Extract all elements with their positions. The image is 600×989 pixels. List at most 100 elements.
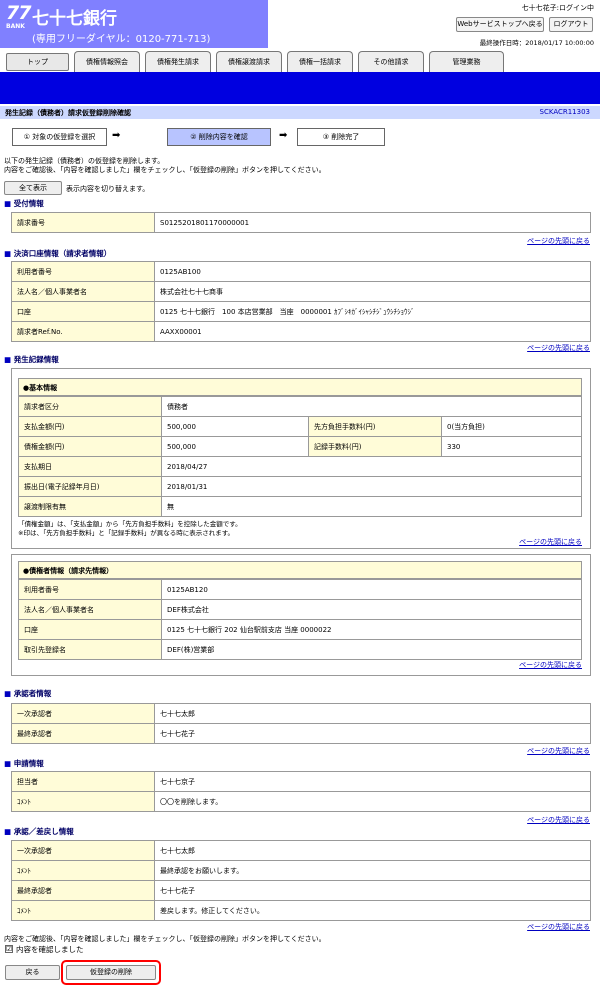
last-operation-time: 最終操作日時：2018/01/17 10:00:00 <box>479 39 594 47</box>
label-counterparty-fee: 先方負担手数料(円) <box>308 416 442 437</box>
table-row: 一次承認者 七十七太郎 <box>11 840 591 861</box>
page-top-link[interactable]: ページの先頭に戻る <box>527 343 590 353</box>
label-requester-category: 請求者区分 <box>18 396 162 417</box>
tab-other-request[interactable]: その他請求 <box>358 51 424 72</box>
table-row: 取引先登録名 DEF(株)営業部 <box>18 639 582 660</box>
label-comment: ｺﾒﾝﾄ <box>11 791 155 812</box>
label-company-name: 法人名／個人事業者名 <box>11 281 155 302</box>
table-row: 支払期日 2018/04/27 <box>18 456 582 477</box>
tab-management[interactable]: 管理業務 <box>429 51 504 72</box>
label-first-approver: 一次承認者 <box>11 703 155 724</box>
label-first-approver: 一次承認者 <box>11 840 155 861</box>
value-comment: 差戻します。修正してください。 <box>154 900 591 921</box>
label-partner-name: 取引先登録名 <box>18 639 162 660</box>
value-comment: 最終承認をお願いします。 <box>154 860 591 881</box>
page-top-link[interactable]: ページの先頭に戻る <box>527 922 590 932</box>
value-account: 0125 七十七銀行 100 本店営業部 当座 0000001 ｶﾌﾞｼｷｶﾞｲ… <box>154 301 591 322</box>
value-first-approver: 七十七太郎 <box>154 703 591 724</box>
label-creditor-name: 法人名／個人事業者名 <box>18 599 162 620</box>
nav-bar <box>0 72 600 104</box>
value-due-date: 2018/04/27 <box>161 456 582 477</box>
label-account: 口座 <box>11 301 155 322</box>
bank-logo: 77 BANK 七十七銀行 (専用フリーダイヤル：0120-771-713) <box>0 0 268 48</box>
label-final-approver: 最終承認者 <box>11 880 155 901</box>
back-button[interactable]: 戻る <box>5 965 60 980</box>
value-creditor-name: DEF株式会社 <box>161 599 582 620</box>
label-payment-amount: 支払金額(円) <box>18 416 162 437</box>
tab-claim-inquiry[interactable]: 債権情報照会 <box>74 51 140 72</box>
value-transfer-restriction: 無 <box>161 496 582 517</box>
application-table: 担当者 七十七京子 ｺﾒﾝﾄ 〇〇を削除します。 <box>11 771 591 812</box>
section-issuance: 発生記録情報 <box>4 354 59 365</box>
value-comment: 〇〇を削除します。 <box>154 791 591 812</box>
delete-temp-registration-button[interactable]: 仮登録の削除 <box>66 965 156 980</box>
table-row: 支払金額(円) 500,000 先方負担手数料(円) 0(当方負担) <box>18 416 582 437</box>
step-arrow-icon: ➡ <box>279 130 288 141</box>
step-complete: ③ 削除完了 <box>297 128 385 146</box>
value-final-approver: 七十七花子 <box>154 723 591 744</box>
note-fee-mark: ※印は、「先方負担手数料」と「記録手数料」が異なる時に表示されます。 <box>18 529 235 537</box>
value-request-number: S0125201801170000001 <box>154 212 591 233</box>
table-row: 請求者Ref.No. AAXX00001 <box>11 321 591 342</box>
table-row: 最終承認者 七十七花子 <box>11 880 591 901</box>
label-due-date: 支払期日 <box>18 456 162 477</box>
page-top-link[interactable]: ページの先頭に戻る <box>527 236 590 246</box>
label-creditor-account: 口座 <box>18 619 162 640</box>
table-row: ｺﾒﾝﾄ 〇〇を削除します。 <box>11 791 591 812</box>
table-row: 一次承認者 七十七太郎 <box>11 703 591 724</box>
label-issue-date: 振出日(電子記録年月日) <box>18 476 162 497</box>
tab-bulk-request[interactable]: 債権一括請求 <box>287 51 353 72</box>
label-final-approver: 最終承認者 <box>11 723 155 744</box>
label-person-in-charge: 担当者 <box>11 771 155 792</box>
creditor-header: ●債権者情報（請求先情報） <box>18 561 582 579</box>
tab-top[interactable]: トップ <box>6 53 69 71</box>
table-row: ｺﾒﾝﾄ 差戻します。修正してください。 <box>11 900 591 921</box>
label-request-number: 請求番号 <box>11 212 155 233</box>
tab-issuance-request[interactable]: 債権発生請求 <box>145 51 211 72</box>
page-top-link[interactable]: ページの先頭に戻る <box>527 815 590 825</box>
label-comment: ｺﾒﾝﾄ <box>11 860 155 881</box>
creditor-wrap: ●債権者情報（請求先情報） <box>18 561 582 579</box>
page-top-link[interactable]: ページの先頭に戻る <box>519 660 582 670</box>
account-table: 利用者番号 0125AB100 法人名／個人事業者名 株式会社七十七商事 口座 012… <box>11 261 591 342</box>
confirm-checkbox[interactable]: ☑ <box>5 945 13 953</box>
table-row: 法人名／個人事業者名 株式会社七十七商事 <box>11 281 591 302</box>
label-claim-amount: 債権金額(円) <box>18 436 162 457</box>
web-service-top-button[interactable]: Webサービストップへ戻る <box>456 17 544 32</box>
value-payment-amount: 500,000 <box>161 416 309 437</box>
bank-name: 七十七銀行 <box>32 9 117 29</box>
page-top-link[interactable]: ページの先頭に戻る <box>527 746 590 756</box>
page-top-link[interactable]: ページの先頭に戻る <box>519 537 582 547</box>
logout-button[interactable]: ログアウト <box>549 17 593 32</box>
table-row: 利用者番号 0125AB120 <box>18 579 582 600</box>
show-all-button[interactable]: 全て表示 <box>4 181 62 195</box>
table-row: ｺﾒﾝﾄ 最終承認をお願いします。 <box>11 860 591 881</box>
label-user-number: 利用者番号 <box>11 261 155 282</box>
table-row: 振出日(電子記録年月日) 2018/01/31 <box>18 476 582 497</box>
value-first-approver: 七十七太郎 <box>154 840 591 861</box>
user-status: 七十七花子:ログイン中 <box>521 4 594 12</box>
value-person-in-charge: 七十七京子 <box>154 771 591 792</box>
value-final-approver: 七十七花子 <box>154 880 591 901</box>
confirm-label[interactable]: 内容を確認しました <box>16 944 84 955</box>
table-row: 利用者番号 0125AB100 <box>11 261 591 282</box>
page-title: 発生記録（債務者）請求仮登録削除確認 <box>5 109 131 117</box>
basic-info-table: 請求者区分 債務者 支払金額(円) 500,000 先方負担手数料(円) 0(当方負担)… <box>18 396 582 517</box>
logo-number: 77 <box>6 2 31 24</box>
value-company-name: 株式会社七十七商事 <box>154 281 591 302</box>
value-ref-no: AAXX00001 <box>154 321 591 342</box>
table-row: 請求番号 S0125201801170000001 <box>11 212 591 233</box>
tab-transfer-request[interactable]: 債権譲渡請求 <box>216 51 282 72</box>
table-row: 口座 0125 七十七銀行 202 仙台駅前支店 当座 0000022 <box>18 619 582 640</box>
screen-code: SCKACR11303 <box>539 108 590 116</box>
table-row: 口座 0125 七十七銀行 100 本店営業部 当座 0000001 ｶﾌﾞｼｷｶ… <box>11 301 591 322</box>
intro-text-2: 内容をご確認後、「内容を確認しました」欄をチェックし、「仮登録の削除」ボタンを押… <box>4 166 326 174</box>
value-requester-category: 債務者 <box>161 396 582 417</box>
table-row: 譲渡制限有無無 <box>18 496 582 517</box>
section-account: 決済口座情報（請求者情報） <box>4 248 112 259</box>
reception-table: 請求番号 S0125201801170000001 <box>11 212 591 233</box>
value-record-fee: 330 <box>441 436 582 457</box>
section-approver: 承認者情報 <box>4 688 52 699</box>
value-creditor-user-number: 0125AB120 <box>161 579 582 600</box>
step-select: ① 対象の仮登録を選択 <box>12 128 107 146</box>
